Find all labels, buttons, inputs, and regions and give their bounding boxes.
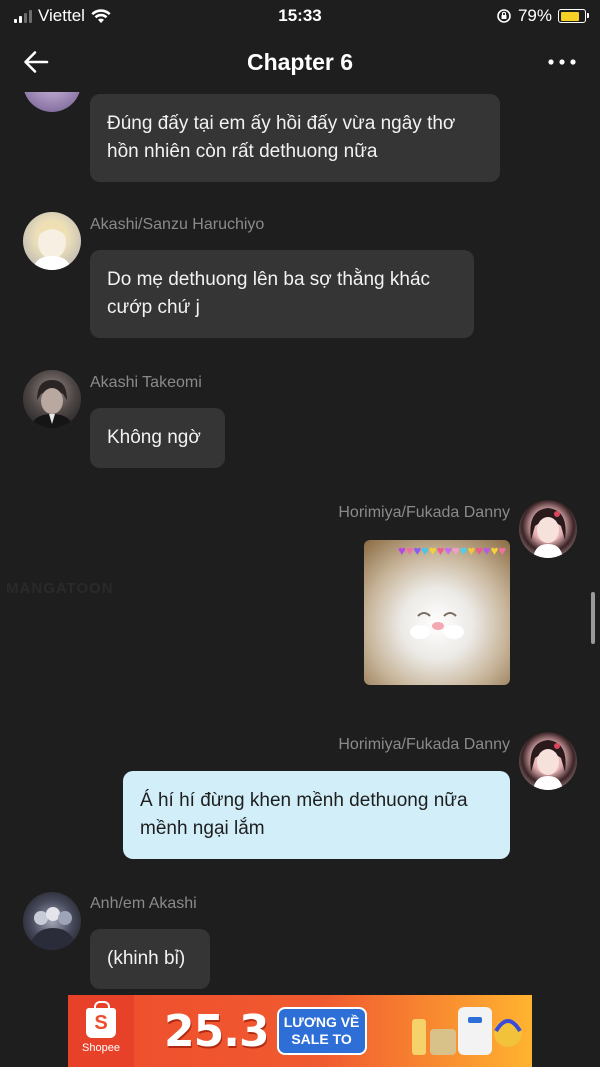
battery-level	[560, 11, 579, 21]
carrier-name: Viettel	[38, 6, 85, 25]
avatar-portrait	[530, 508, 566, 558]
more-horizontal-icon	[548, 59, 576, 65]
watermark: MANGATOON	[6, 580, 114, 597]
back-button[interactable]	[20, 46, 52, 78]
ad-brand: Shopee	[82, 1042, 120, 1054]
avatar[interactable]	[519, 500, 577, 558]
shopping-bag-icon: S	[86, 1001, 116, 1038]
avatar-portrait	[31, 380, 73, 428]
message-bubble: Á hí hí đừng khen mềnh dethuong nữa mềnh…	[123, 771, 510, 859]
sender-name: Horimiya/Fukada Danny	[338, 736, 510, 753]
message-text: Đúng đấy tại em ấy hồi đấy vừa ngây thơ …	[107, 113, 456, 162]
scrollbar-thumb[interactable]	[591, 592, 595, 644]
message-text: (khinh bỉ)	[107, 948, 186, 969]
promo-line-1: LƯƠNG VỀ	[283, 1014, 360, 1030]
status-bar: Viettel 15:33 79%	[0, 0, 600, 32]
avatar[interactable]	[519, 732, 577, 790]
sender-name: Horimiya/Fukada Danny	[338, 504, 510, 521]
status-left: Viettel	[14, 6, 111, 26]
image-message[interactable]: ♥♥♥♥♥♥♥♥♥♥♥♥♥♥	[364, 540, 510, 685]
message-bubble: Do mẹ dethuong lên ba sợ thằng khác cướp…	[90, 250, 474, 338]
cellular-signal-icon	[14, 9, 32, 23]
avatar[interactable]	[23, 92, 81, 112]
shopee-logo: S Shopee	[68, 995, 134, 1067]
battery-percent: 79%	[517, 6, 552, 25]
avatar-portrait	[33, 220, 71, 270]
hearts-decoration: ♥♥♥♥♥♥♥♥♥♥♥♥♥♥	[398, 543, 507, 558]
rotation-lock-icon	[497, 9, 511, 23]
more-button[interactable]	[546, 48, 578, 76]
message-bubble: (khinh bỉ)	[90, 929, 210, 989]
status-right: 79%	[496, 6, 589, 26]
avatar[interactable]	[23, 370, 81, 428]
message-text: Do mẹ dethuong lên ba sợ thằng khác cướp…	[107, 269, 431, 318]
nav-bar: Chapter 6	[0, 32, 600, 92]
sender-name: Akashi/Sanzu Haruchiyo	[90, 216, 265, 233]
battery-icon	[558, 9, 589, 23]
avatar-portrait	[530, 740, 566, 790]
cat-face	[410, 612, 464, 639]
promo-line-2: SALE TO	[291, 1031, 352, 1047]
sender-name: Anh/em Akashi	[90, 895, 197, 912]
avatar[interactable]	[23, 892, 81, 950]
message-text: Á hí hí đừng khen mềnh dethuong nữa mềnh…	[140, 790, 468, 839]
avatar[interactable]	[23, 212, 81, 270]
ad-promo-badge: LƯƠNG VỀ SALE TO	[276, 1007, 367, 1055]
sender-name: Akashi Takeomi	[90, 374, 202, 391]
message-bubble: Đúng đấy tại em ấy hồi đấy vừa ngây thơ …	[90, 94, 500, 182]
ad-products-image	[412, 1007, 522, 1055]
page-title: Chapter 6	[246, 48, 354, 75]
ad-date: 25.3	[164, 1005, 270, 1057]
arrow-left-icon	[24, 51, 49, 73]
chat-thread[interactable]: MANGATOON Đúng đấy tại em ấy hồi đấy vừa…	[0, 92, 600, 994]
avatar-portrait	[29, 907, 77, 950]
wifi-icon	[91, 8, 111, 23]
ad-banner[interactable]: S Shopee 25.3 LƯƠNG VỀ SALE TO	[68, 995, 532, 1067]
message-bubble: Không ngờ	[90, 408, 225, 468]
message-text: Không ngờ	[107, 427, 201, 448]
